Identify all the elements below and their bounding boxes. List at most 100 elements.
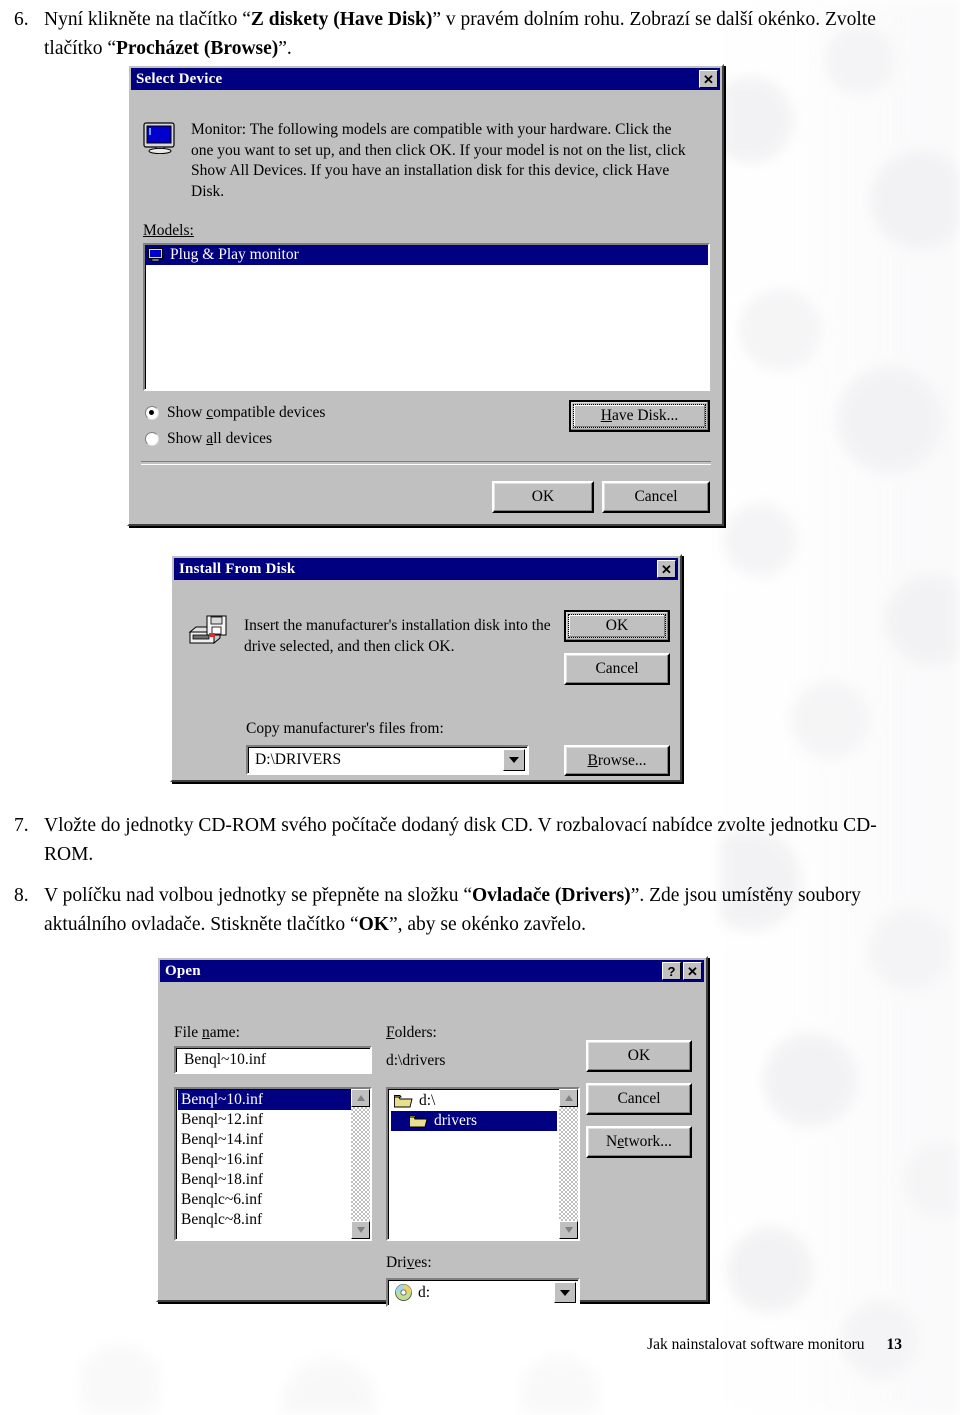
scroll-up-icon[interactable] (559, 1089, 578, 1107)
browse-button[interactable]: Browse... (564, 745, 670, 776)
footer-text: Jak nainstalovat software monitoru (647, 1336, 865, 1353)
ok-button[interactable]: OK (564, 610, 670, 642)
list-item[interactable]: Benql~16.inf (178, 1150, 351, 1170)
radio-dot-icon (145, 432, 159, 446)
close-icon[interactable]: ✕ (657, 560, 676, 578)
models-listbox[interactable]: Plug & Play monitor (143, 243, 710, 391)
have-disk-button-label: Have Disk... (573, 404, 706, 428)
close-icon[interactable]: ✕ (683, 962, 702, 980)
step6-line1-bold: Z diskety (Have Disk) (250, 9, 433, 30)
list-item-label: Benql~16.inf (181, 1151, 264, 1168)
radio-dot-icon (145, 406, 159, 420)
step-number: 6. (14, 9, 29, 30)
list-item[interactable]: Benql~18.inf (178, 1170, 351, 1190)
ok-button[interactable]: OK (492, 481, 594, 513)
list-item-label: d:\ (419, 1092, 436, 1109)
ok-button-label: OK (627, 1047, 651, 1064)
chevron-down-icon[interactable] (503, 749, 525, 771)
step-text: Nyní klikněte na tlačítko “Z diskety (Ha… (44, 6, 919, 63)
instruction-step-6: 6. Nyní klikněte na tlačítko “Z diskety … (14, 6, 919, 63)
file-list: Benql~10.inf Benql~12.inf Benql~14.inf B… (176, 1089, 351, 1230)
drives-combobox[interactable]: d: (386, 1278, 580, 1307)
close-icon[interactable]: ✕ (699, 70, 718, 88)
have-disk-button[interactable]: Have Disk... (569, 400, 710, 432)
page-number: 13 (886, 1336, 903, 1353)
list-item[interactable]: Benql~14.inf (178, 1130, 351, 1150)
instruction-step-7: 7. Vložte do jednotky CD-ROM svého počít… (14, 812, 894, 869)
open-titlebar[interactable]: Open ? ✕ (160, 960, 704, 982)
scroll-down-icon[interactable] (351, 1221, 370, 1239)
step6-line2-post: ”. (278, 37, 292, 59)
file-name-input[interactable]: Benql~10.inf (174, 1046, 372, 1074)
list-item-label: Benql~18.inf (181, 1171, 264, 1188)
select-device-description: Monitor: The following models are compat… (191, 121, 686, 200)
cancel-button-label: Cancel (617, 1090, 661, 1107)
network-button-label: Network... (606, 1133, 672, 1150)
ok-button-label: OK (531, 488, 555, 505)
monitor-icon (148, 248, 164, 262)
install-description: Insert the manufacturer's installation d… (244, 617, 551, 655)
cancel-button[interactable]: Cancel (586, 1083, 692, 1115)
file-name-label: File name: (174, 1024, 240, 1041)
copy-from-path-combobox[interactable]: D:\DRIVERS (246, 745, 529, 775)
scroll-up-icon[interactable] (351, 1089, 370, 1107)
list-item-label: Benqlc~8.inf (181, 1211, 263, 1228)
current-path: d:\drivers (386, 1052, 446, 1069)
cancel-button[interactable]: Cancel (564, 653, 670, 685)
step8-bold2: OK (358, 913, 389, 935)
step-number: 7. (14, 815, 29, 836)
file-name-value: Benql~10.inf (184, 1051, 267, 1068)
radio-label: Show all devices (167, 430, 273, 447)
page-footer: Jak nainstalovat software monitoru 13 (0, 1336, 902, 1354)
radio-show-compatible-devices[interactable]: Show compatible devices (145, 404, 325, 422)
step6-line2-bold: Procházet (Browse) (116, 37, 279, 59)
cancel-button[interactable]: Cancel (602, 481, 710, 513)
list-item-label: Benql~14.inf (181, 1131, 264, 1148)
copy-from-label: Copy manufacturer's files from: (246, 720, 444, 737)
select-device-title: Select Device (136, 70, 223, 87)
folder-open-icon (394, 1094, 413, 1108)
chevron-down-icon[interactable] (554, 1282, 576, 1303)
network-button[interactable]: Network... (586, 1126, 692, 1158)
monitor-icon (143, 122, 177, 155)
list-item[interactable]: drivers (391, 1111, 557, 1131)
open-dialog: Open ? ✕ File name: Benql~10.inf Benql~1… (156, 956, 708, 1307)
list-item[interactable]: Benqlc~6.inf (178, 1190, 351, 1210)
select-device-titlebar[interactable]: Select Device ✕ (131, 68, 720, 90)
folder-tree-scrollbar[interactable] (559, 1089, 578, 1239)
list-item[interactable]: Plug & Play monitor (145, 245, 708, 265)
list-item-label: Plug & Play monitor (170, 246, 299, 263)
list-item-label: Benql~10.inf (181, 1091, 264, 1108)
drive-value: d: (388, 1284, 554, 1302)
list-item[interactable]: d:\ (391, 1091, 559, 1111)
cancel-button-label: Cancel (634, 488, 678, 505)
folders-label: Folders: (386, 1024, 437, 1041)
step6-line1-pre: Nyní klikněte na tlačítko “ (44, 9, 251, 30)
copy-from-path-value: D:\DRIVERS (255, 751, 342, 768)
list-item[interactable]: Benqlc~8.inf (178, 1210, 351, 1230)
folder-tree[interactable]: d:\ drivers (386, 1087, 580, 1241)
radio-label: Show compatible devices (167, 404, 326, 421)
drives-label: Drives: (386, 1254, 432, 1271)
select-device-dialog: Select Device ✕ Monitor: The following m… (127, 64, 724, 526)
models-label: Models: (143, 222, 194, 239)
cancel-button-label: Cancel (595, 660, 639, 677)
ok-button[interactable]: OK (586, 1040, 692, 1072)
step8-pre: V políčku nad volbou jednotky se přepnět… (44, 885, 473, 906)
file-list-scrollbar[interactable] (351, 1089, 370, 1239)
install-from-disk-dialog: Install From Disk ✕ Insert the manufactu… (170, 554, 682, 782)
floppy-drive-icon (188, 614, 228, 648)
step6-line1-post: ” v pravém dolním rohu. Zobrazí se další (432, 9, 753, 30)
list-item[interactable]: Benql~12.inf (178, 1110, 351, 1130)
radio-show-all-devices[interactable]: Show all devices (145, 430, 272, 448)
scroll-down-icon[interactable] (559, 1221, 578, 1239)
help-icon[interactable]: ? (662, 962, 681, 980)
cd-drive-icon (395, 1284, 412, 1301)
background-watermark-bottom (0, 1295, 960, 1415)
ok-button-label: OK (568, 614, 666, 638)
list-item[interactable]: Benql~10.inf (178, 1090, 351, 1110)
list-item-label: Benql~12.inf (181, 1111, 264, 1128)
install-from-disk-titlebar[interactable]: Install From Disk ✕ (174, 558, 678, 580)
step-text: Vložte do jednotky CD-ROM svého počítače… (44, 815, 877, 865)
file-listbox[interactable]: Benql~10.inf Benql~12.inf Benql~14.inf B… (174, 1087, 372, 1241)
